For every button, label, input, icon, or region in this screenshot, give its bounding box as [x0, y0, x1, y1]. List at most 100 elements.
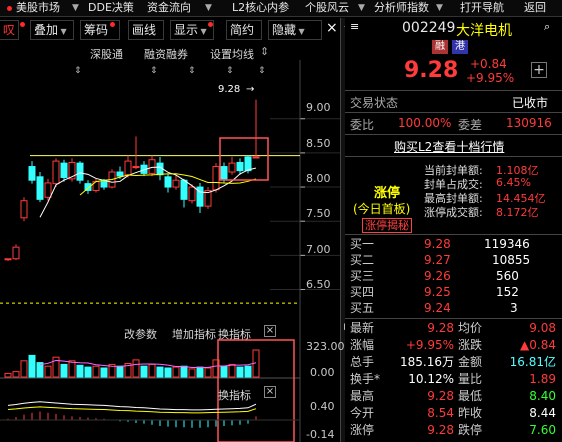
edit-params-link[interactable]: 改参数 [124, 326, 157, 342]
simple-mode-button[interactable]: 简约 [226, 20, 262, 40]
stat-label: 最新 [350, 321, 375, 335]
candlestick-chart[interactable] [0, 60, 340, 442]
weibi-value: 100.00% [398, 116, 452, 130]
add-indicator-link[interactable]: 增加指标 [172, 326, 216, 342]
adjust-button[interactable]: 叹 [0, 20, 20, 40]
bid-volume: 560 [496, 269, 519, 283]
oscillator-axis-label: -0.14 [306, 428, 335, 441]
candle-body [252, 156, 260, 159]
limit-stat-label: 涨停成交额: [424, 206, 483, 219]
limit-stat-value: 6.45% [496, 176, 531, 189]
dea-line [7, 406, 257, 414]
candle-body [164, 176, 172, 188]
status-label: 交易状态 [350, 96, 399, 110]
menu-us-market[interactable]: 美股市场 [16, 1, 60, 15]
volume-bar [44, 365, 52, 378]
candle-body [228, 162, 236, 173]
stat-label: 均价 [458, 321, 483, 335]
volume-bar [156, 366, 164, 378]
overlay-button[interactable]: 叠加 ▼ [30, 20, 74, 40]
volume-bar [228, 363, 236, 378]
volume-bar [20, 360, 28, 378]
stat-label: 换手* [350, 372, 381, 386]
stat-value: 16.81亿 [509, 355, 556, 369]
stat-value: 7.60 [529, 423, 556, 437]
high-arrow-icon: → [246, 84, 255, 95]
switch-indicator-link[interactable]: 换指标 [218, 387, 251, 403]
close-pane-icon[interactable]: × [264, 386, 276, 398]
scroll-icon[interactable]: ⇕ [260, 45, 269, 58]
candle-body [148, 159, 156, 174]
bid-label: 买一 [350, 237, 375, 251]
volume-bar [180, 365, 188, 378]
volume-bar [68, 360, 76, 378]
oscillator-axis-label: 0.40 [310, 400, 335, 413]
volume-bar [28, 354, 36, 378]
volume-bar [4, 372, 12, 378]
list-icon[interactable]: ≡ [350, 20, 359, 33]
volume-bar [84, 366, 92, 378]
notify-dot-icon [208, 22, 213, 27]
bid-volume: 119346 [484, 237, 530, 251]
limit-reveal-button[interactable]: 涨停揭秘 [362, 218, 412, 233]
volume-bar [92, 365, 100, 378]
candle-body [236, 161, 244, 172]
stat-value: 9.28 [427, 423, 454, 437]
bid-price: 9.27 [424, 253, 451, 267]
stat-value: 8.54 [427, 406, 454, 420]
menu-dde[interactable]: DDE决策 [88, 1, 134, 15]
price-change: +0.84 [470, 57, 507, 71]
volume-bar [116, 365, 124, 378]
limit-up-title: 涨停 [374, 186, 401, 201]
price-axis-label: 8.00 [306, 172, 331, 185]
bid-label: 买四 [350, 285, 375, 299]
stat-value: ▲0.84 [520, 338, 556, 352]
volume-bar [132, 359, 140, 378]
add-watchlist-icon[interactable]: + [531, 62, 547, 78]
volume-bar [12, 371, 20, 378]
stat-label: 今开 [350, 406, 375, 420]
volume-axis-label: 323.00 [306, 340, 345, 353]
chevron-down-icon: ▼ [358, 3, 365, 13]
volume-bar [60, 363, 68, 378]
stat-value: 9.28 [427, 389, 454, 403]
stat-value: 1.89 [529, 372, 556, 386]
volume-bar [76, 364, 84, 378]
menu-back[interactable]: 返回 [524, 1, 546, 15]
menu-stock-news[interactable]: 个股风云 [305, 1, 349, 15]
close-pane-icon[interactable]: × [264, 325, 276, 337]
notify-dot-icon [20, 22, 25, 27]
notify-dot-icon [110, 22, 115, 27]
candle-body [36, 176, 44, 200]
stat-label: 跌停 [458, 423, 483, 437]
volume-bar [140, 365, 148, 378]
candle-body [212, 166, 220, 191]
volume-bar [164, 367, 172, 378]
bid-price: 9.26 [424, 269, 451, 283]
price-change-pct: +9.95% [466, 71, 515, 85]
candle-body [20, 200, 28, 219]
chart-toolbar: 叹 叠加 ▼ 筹码 画线 显示 ▼ 简约 隐藏 ▼ × [0, 18, 340, 42]
buy-l2-link[interactable]: 购买L2查看十档行情 [394, 138, 504, 155]
switch-indicator-link[interactable]: 换指标 [218, 326, 251, 342]
margin-badge: 融 [432, 40, 448, 54]
top-menu-bar: 美股市场 ▼ DDE决策 资金流向 ▼ L2核心内参 个股风云 ▼ 分析师指数 … [0, 0, 562, 17]
volume-bar [188, 368, 196, 378]
bid-label: 买五 [350, 301, 375, 315]
candle-body [28, 166, 36, 181]
menu-navigation[interactable]: 打开导航 [460, 1, 504, 15]
stat-label: 金额 [458, 355, 483, 369]
volume-bar [204, 367, 212, 378]
search-icon[interactable]: ⌕ [544, 20, 550, 34]
stat-value: 185.16万 [400, 355, 454, 369]
menu-analyst[interactable]: 分析师指数 [374, 1, 429, 15]
hide-button[interactable]: 隐藏 ▼ [268, 20, 322, 40]
bid-price: 9.25 [424, 285, 451, 299]
close-icon[interactable]: × [326, 20, 338, 36]
stat-value: 9.08 [529, 321, 556, 335]
draw-line-button[interactable]: 画线 [128, 20, 164, 40]
menu-fund-flow[interactable]: 资金流向 [147, 1, 191, 15]
menu-l2[interactable]: L2核心内参 [232, 1, 289, 15]
chevron-down-icon: ▼ [436, 3, 443, 13]
price-axis-label: 7.50 [306, 207, 331, 220]
